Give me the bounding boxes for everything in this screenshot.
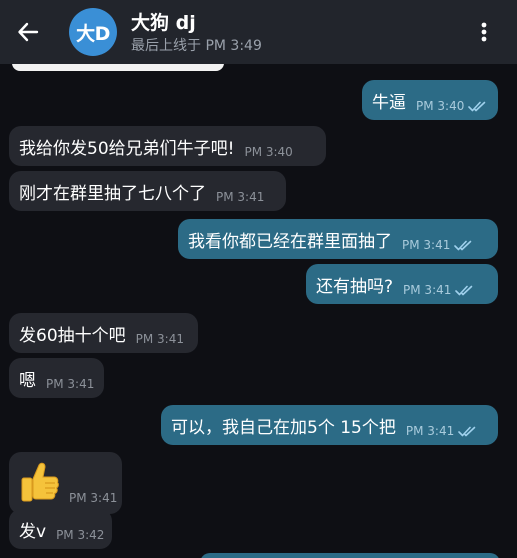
message-time: PM 3:41 <box>405 424 455 438</box>
read-receipt <box>455 285 475 296</box>
arrow-left-icon <box>18 22 39 42</box>
outgoing-message[interactable]: 可以，我自己在加5个 15个把 PM 3:41 <box>161 405 498 445</box>
message-meta: PM 3:41 <box>403 283 475 297</box>
message-meta: PM 3:41 <box>46 377 94 391</box>
thumbs-up-icon <box>21 462 59 502</box>
incoming-message[interactable]: 嗯 PM 3:41 <box>9 358 104 398</box>
read-receipt <box>468 101 488 112</box>
message-text: 刚才在群里抽了七八个了 <box>19 183 206 204</box>
message-meta: PM 3:41 <box>406 424 478 438</box>
message-text: 还有抽吗? <box>316 276 394 297</box>
message-time: PM 3:41 <box>216 190 265 204</box>
message-text: 我看你都已经在群里面抽了 <box>188 231 392 252</box>
message-meta: PM 3:41 <box>136 332 184 346</box>
incoming-message[interactable]: PM 3:41 <box>9 452 122 514</box>
message-time: PM 3:41 <box>69 491 118 505</box>
chat-screen: 大D 大狗 dj 最后上线于 PM 3:49 牛逼 PM 3:40 我给你发50给兄… <box>0 0 517 558</box>
double-check-icon <box>455 285 473 295</box>
message-time: PM 3:41 <box>403 283 452 297</box>
message-meta: PM 3:41 <box>69 491 117 505</box>
kebab-menu-icon <box>481 22 487 42</box>
outgoing-message[interactable]: 还有抽吗? PM 3:41 <box>306 264 498 304</box>
back-button[interactable] <box>12 16 44 48</box>
avatar[interactable]: 大D <box>69 8 117 56</box>
chat-header: 大D 大狗 dj 最后上线于 PM 3:49 <box>0 0 517 64</box>
outgoing-message[interactable]: 我看你都已经在群里面抽了 PM 3:41 <box>178 219 498 259</box>
message-text: 嗯 <box>19 370 36 391</box>
message-time: PM 3:41 <box>46 377 95 391</box>
incoming-message[interactable]: 刚才在群里抽了七八个了 PM 3:41 <box>9 171 286 211</box>
message-meta: PM 3:40 <box>244 145 292 159</box>
incoming-message[interactable]: 我给你发50给兄弟们牛子吧! PM 3:40 <box>9 126 326 166</box>
message-text: 发v <box>19 521 47 542</box>
message-meta: PM 3:41 <box>402 238 474 252</box>
message-time: PM 3:40 <box>244 145 293 159</box>
incoming-message[interactable]: 发v PM 3:42 <box>9 509 112 549</box>
more-menu-button[interactable] <box>468 16 500 48</box>
double-check-icon <box>468 101 486 111</box>
chat-title[interactable]: 大狗 dj <box>131 8 196 35</box>
last-seen-status: 最后上线于 PM 3:49 <box>131 38 262 54</box>
message-meta: PM 3:42 <box>56 528 104 542</box>
message-meta: PM 3:41 <box>216 190 264 204</box>
message-time: PM 3:40 <box>416 99 465 113</box>
double-check-icon <box>458 426 476 436</box>
read-receipt <box>454 240 474 251</box>
outgoing-message[interactable]: 牛逼 PM 3:40 <box>362 80 498 120</box>
message-text: 我给你发50给兄弟们牛子吧! <box>19 138 235 159</box>
message-meta: PM 3:40 <box>416 99 488 113</box>
message-time: PM 3:41 <box>402 238 451 252</box>
next-message-partial <box>200 553 500 558</box>
double-check-icon <box>454 240 472 250</box>
message-text: 牛逼 <box>372 92 406 113</box>
message-time: PM 3:41 <box>135 332 184 346</box>
message-text: 发60抽十个吧 <box>19 325 126 346</box>
message-time: PM 3:42 <box>56 528 105 542</box>
read-receipt <box>458 426 478 437</box>
emoji-sticker <box>19 461 59 505</box>
message-text: 可以，我自己在加5个 15个把 <box>171 417 396 438</box>
incoming-message[interactable]: 发60抽十个吧 PM 3:41 <box>9 313 198 353</box>
